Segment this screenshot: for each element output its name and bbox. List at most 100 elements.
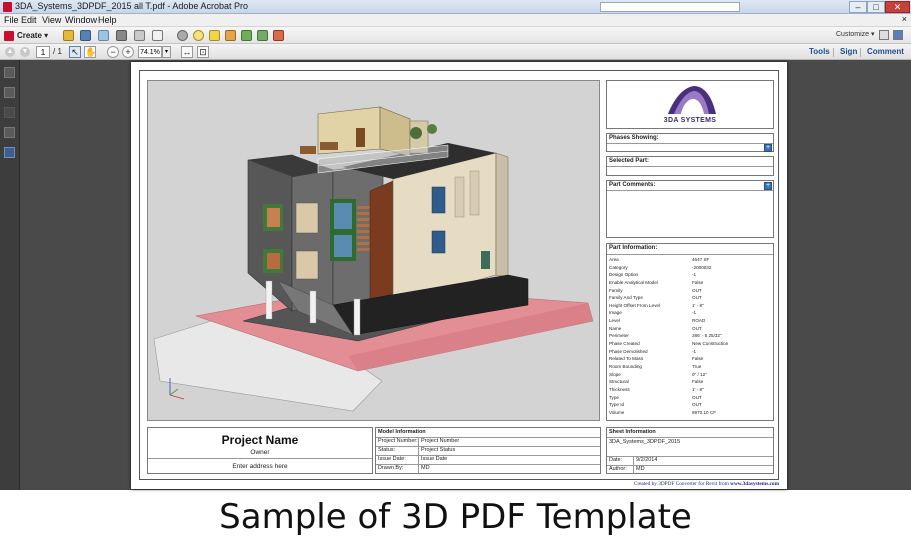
part-info-key: Category [609,264,628,270]
stamp-icon[interactable] [225,30,236,41]
toolbar-options-icon[interactable] [879,30,889,40]
part-info-row: Image -1 [609,309,773,317]
sign-icon[interactable] [273,30,284,41]
part-info-key: Room Bounding [609,363,642,369]
share-icon[interactable] [257,30,268,41]
highlight-icon[interactable] [209,30,220,41]
email-icon[interactable] [152,30,163,41]
signatures-icon[interactable] [4,127,15,138]
part-info-row: Perimeter 286' - 5 25/32" [609,332,773,340]
part-info-key: Slope [609,371,621,377]
menu-file[interactable]: File [4,15,19,25]
part-info-value: True [692,363,702,369]
part-info-row: Area 4647 SF [609,256,773,264]
selected-part-box: Selected Part: [606,156,774,176]
maximize-button[interactable]: □ [867,1,885,13]
part-info-value: 1' - 8" [692,386,704,392]
part-comments-label: Part Comments: [609,182,656,188]
phases-showing-box: Phases Showing: + [606,133,774,152]
part-info-key: Design Option [609,272,639,278]
pdf-page: 3DA SYSTEMS Phases Showing: + Selected P… [131,62,787,489]
part-info-key: Phase Demolished [609,348,648,354]
next-page-icon[interactable]: ▼ [20,47,30,57]
zoom-level-input[interactable]: 74.1% [138,46,162,58]
comment-pane-link[interactable]: Comment [867,47,904,56]
part-info-row: Family And Type OUT [609,294,773,302]
phases-add-icon[interactable]: + [764,144,772,152]
part-info-key: Family And Type [609,295,643,301]
print-icon[interactable] [116,30,127,41]
part-info-value: 6970.10 CF [692,409,717,415]
create-label: Create [17,31,42,40]
select-tool-icon[interactable]: ↖ [69,46,81,58]
comment-icon[interactable] [193,30,204,41]
menu-help[interactable]: Help [98,15,117,25]
zoom-dropdown-icon[interactable]: ▾ [162,46,171,58]
company-logo-box: 3DA SYSTEMS [606,80,774,129]
export-icon[interactable] [241,30,252,41]
create-button[interactable]: Create ▾ [4,29,48,42]
3d-model-viewport[interactable] [147,80,600,421]
part-info-row: Name OUT [609,325,773,333]
phases-showing-label: Phases Showing: [609,135,659,141]
customize-button[interactable]: Customize ▾ [836,30,875,38]
part-comments-box: Part Comments: + [606,180,774,238]
search-input[interactable] [600,2,740,12]
previous-page-icon[interactable]: ▲ [5,47,15,57]
page-thumbnails-icon[interactable] [4,67,15,78]
fit-page-icon[interactable]: ⊡ [197,46,209,58]
menu-edit[interactable]: Edit [21,15,37,25]
close-document-button[interactable]: × [902,14,907,24]
part-info-value: OUT [692,402,702,408]
project-name: Project Name [221,433,299,447]
credit-link[interactable]: www.3dasystems.com [730,481,779,487]
edit-icon[interactable] [134,30,145,41]
open-folder-icon[interactable] [63,30,74,41]
menu-view[interactable]: View [42,15,61,25]
menu-window[interactable]: Window [65,15,97,25]
project-owner: Owner [250,449,270,456]
part-info-key: Enable Analytical Model [609,279,658,285]
part-info-value: OUT [692,325,702,331]
part-info-value: OUT [692,295,702,301]
close-button[interactable]: ✕ [885,1,910,13]
fit-width-icon[interactable]: ↔ [181,46,193,58]
bookmarks-icon[interactable] [4,87,15,98]
pane-divider [860,48,861,57]
zoom-out-icon[interactable]: − [107,46,119,58]
part-info-key: Level [609,318,620,324]
part-info-key: Image [609,310,622,316]
part-info-value: False [692,356,704,362]
gear-icon[interactable] [177,30,188,41]
footer-credit: Created by 3DPDF Converter for Revit fro… [633,481,779,487]
zoom-in-icon[interactable]: + [122,46,134,58]
attachments-icon[interactable] [4,107,15,118]
part-info-row: Type OUT [609,394,773,402]
comments-add-icon[interactable]: + [764,182,772,190]
acrobat-icon [3,2,12,12]
tools-pane-link[interactable]: Tools [809,47,830,56]
part-info-value: 1' - 8" [692,302,704,308]
save-icon[interactable] [80,30,91,41]
part-info-value: 4647 SF [692,257,710,262]
part-info-row: Height Offset From Level 1' - 8" [609,302,773,310]
3da-logo-icon [668,86,716,114]
project-title-block: Project Name Owner Enter address here [147,427,373,474]
cloud-icon[interactable] [98,30,109,41]
chevron-down-icon: ▾ [41,31,49,40]
expand-icon[interactable] [893,30,903,40]
part-info-row: Structural False [609,378,773,386]
hand-tool-icon[interactable]: ✋ [84,46,96,58]
sign-pane-link[interactable]: Sign [840,47,857,56]
logo-text: 3DA SYSTEMS [663,117,717,124]
part-info-row: Related To Mass False [609,355,773,363]
selected-part-label: Selected Part: [609,158,650,164]
model-tree-icon[interactable] [4,147,15,158]
page-number-input[interactable]: 1 [36,46,50,58]
minimize-button[interactable]: – [849,1,867,13]
navigation-pane [0,60,20,490]
page-total: / 1 [53,47,62,56]
part-info-key: Thickness [609,386,630,392]
part-info-value: -1 [692,310,697,316]
part-info-value: 0" / 12" [692,371,707,377]
